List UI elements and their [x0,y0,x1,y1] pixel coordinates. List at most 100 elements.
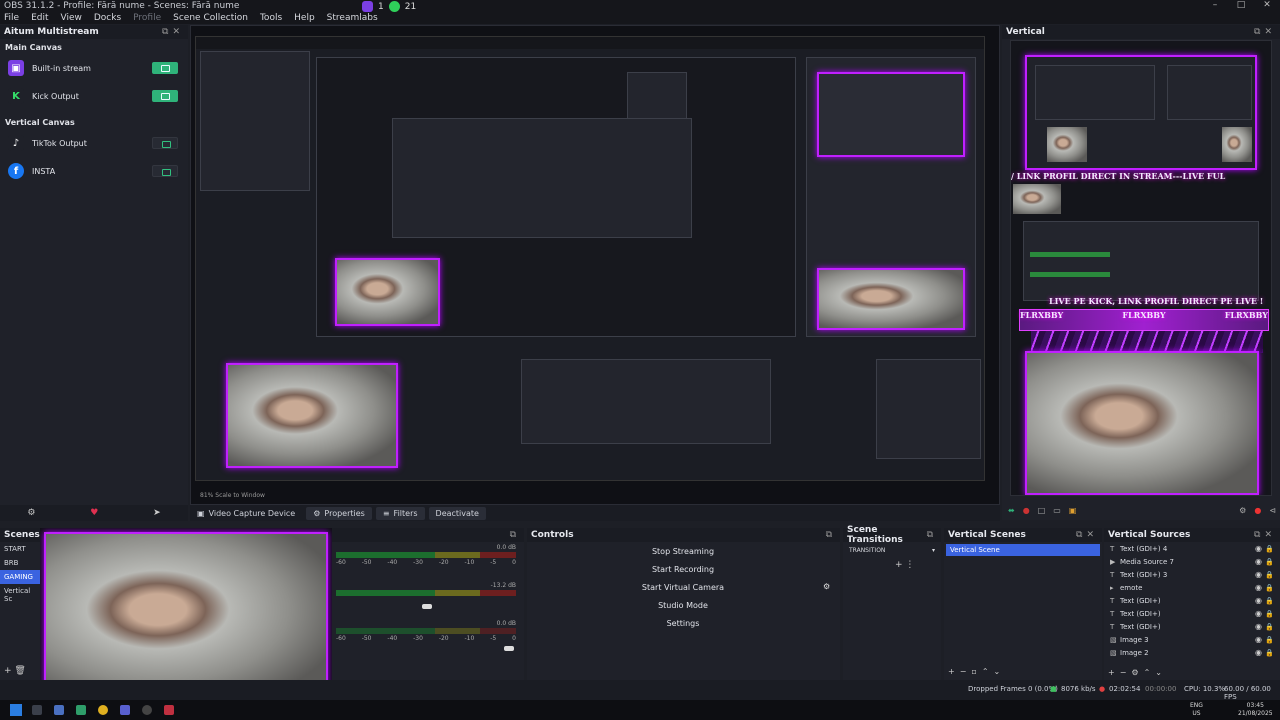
output-toggle-kick[interactable] [152,90,178,102]
source-row[interactable]: ▶ Media Source 7 ◉ 🔒 [1104,555,1280,568]
transition-select[interactable]: TRANSITION ▾ [847,544,937,556]
eye-icon[interactable]: ◉ [1255,583,1262,592]
lock-icon[interactable]: 🔒 [1265,571,1274,579]
source-row[interactable]: ▧ Image 2 ◉ 🔒 [1104,646,1280,659]
lock-icon[interactable]: 🔒 [1265,623,1274,631]
deactivate-button[interactable]: Deactivate [428,506,486,520]
search-icon[interactable] [32,705,42,715]
lock-icon[interactable]: 🔒 [1265,610,1274,618]
virtual-camera-button[interactable]: Start Virtual Camera [531,580,835,595]
eye-icon[interactable]: ◉ [1255,570,1262,579]
app-icon[interactable] [164,705,174,715]
twitch-icon[interactable] [362,1,373,12]
kick-icon[interactable] [388,1,400,12]
source-row[interactable]: ▸ emote ◉ 🔒 [1104,581,1280,594]
image-icon: ▧ [1110,635,1117,644]
deep-mini [1035,65,1155,120]
eye-icon[interactable]: ◉ [1255,635,1262,644]
dock-controls[interactable]: ⧉✕ [1254,27,1276,37]
studio-mode-button[interactable]: Studio Mode [531,598,835,613]
output-toggle-builtin[interactable] [152,62,178,74]
lock-icon[interactable]: 🔒 [1265,545,1274,553]
properties-button[interactable]: ⚙ Properties [306,506,372,520]
add-transition-button[interactable]: + ⋮ [895,560,914,570]
vertical-scenes-dock: Vertical Scenes ⧉✕ Vertical Scene +−▫⌃⌄ [944,528,1102,680]
windows-start-icon[interactable] [10,704,22,716]
vertical-source-tools[interactable]: +−⚙⌃⌄ [1108,668,1167,677]
eye-icon[interactable]: ◉ [1255,609,1262,618]
eye-icon[interactable]: ◉ [1255,596,1262,605]
vertical-toolbar: ⬌ ● □ ▭ ▣ ⚙ ● ⊲ [1008,503,1276,517]
heart-icon[interactable]: ♥ [90,508,98,518]
maximize-button[interactable]: □ [1228,0,1254,10]
app-icon[interactable] [120,705,130,715]
virtual-cam-icon[interactable]: □ [1038,506,1046,515]
settings-button[interactable]: Settings [531,616,835,631]
menu-help[interactable]: Help [294,13,315,23]
menu-streamlabs[interactable]: Streamlabs [327,13,378,23]
source-row[interactable]: ▧ Image 3 ◉ 🔒 [1104,633,1280,646]
menu-edit[interactable]: Edit [31,13,48,23]
stream-icon[interactable]: ⬌ [1008,506,1015,515]
start-recording-button[interactable]: Start Recording [531,562,835,577]
gear-icon[interactable]: ⚙ [27,508,35,518]
gear-icon[interactable]: ⚙ [1239,506,1246,515]
volume-slider[interactable] [422,604,432,609]
source-row[interactable]: T Text (GDI+) ◉ 🔒 [1104,594,1280,607]
app-icon[interactable] [54,705,64,715]
vertical-preview[interactable]: / LINK PROFIL DIRECT IN STREAM---LIVE FU… [1010,40,1272,496]
menu-tools[interactable]: Tools [260,13,282,23]
close-button[interactable]: ✕ [1254,0,1280,10]
scene-brb[interactable]: BRB [0,556,40,570]
source-row[interactable]: T Text (GDI+) 4 ◉ 🔒 [1104,542,1280,555]
eye-icon[interactable]: ◉ [1255,557,1262,566]
menu-file[interactable]: File [4,13,19,23]
app-icon[interactable] [76,705,86,715]
output-toggle-tiktok[interactable] [152,137,178,149]
lock-icon[interactable]: 🔒 [1265,649,1274,657]
output-toggle-insta[interactable] [152,165,178,177]
preview-scale[interactable]: 81% Scale to Window [200,492,265,499]
browser-icon[interactable] [98,705,108,715]
record-icon[interactable]: ● [1023,506,1030,515]
lock-icon[interactable]: 🔒 [1265,584,1274,592]
scenes-dock: Scenes START BRB GAMING Vertical Sc + 🗑 [0,528,40,680]
source-row[interactable]: T Text (GDI+) 3 ◉ 🔒 [1104,568,1280,581]
lock-icon[interactable]: 🔒 [1265,597,1274,605]
multistream-dock: Aitum Multistream ⧉✕ Main Canvas ▣ Built… [0,25,188,505]
pause-icon[interactable]: ▭ [1053,506,1061,515]
scene-start[interactable]: START [0,542,40,556]
menu-docks[interactable]: Docks [94,13,121,23]
menu-scene-collection[interactable]: Scene Collection [173,13,248,23]
vertical-title: Vertical [1006,27,1045,37]
scene-vertical[interactable]: Vertical Sc [0,584,40,606]
filters-button[interactable]: ≡ Filters [375,506,425,520]
obs-icon[interactable] [142,705,152,715]
deep-cam [1013,184,1061,214]
facebook-icon: f [8,163,24,179]
menu-view[interactable]: View [61,13,82,23]
menu-profile[interactable]: Profile [133,13,161,23]
scene-gaming[interactable]: GAMING [0,570,40,584]
clock[interactable]: 03:45 21/08/2025 [1238,702,1273,718]
add-scene-button[interactable]: + 🗑 [4,666,26,676]
dock-controls[interactable]: ⧉✕ [162,27,184,37]
vertical-scene-item[interactable]: Vertical Scene [946,544,1100,556]
pin-icon[interactable]: ⊲ [1269,506,1276,515]
vertical-scene-tools[interactable]: +−▫⌃⌄ [948,667,1005,676]
eye-icon[interactable]: ◉ [1255,544,1262,553]
backtrack-icon[interactable]: ▣ [1069,506,1077,515]
minimize-button[interactable]: – [1202,0,1228,10]
gear-icon[interactable]: ⚙ [823,582,830,591]
source-row[interactable]: T Text (GDI+) ◉ 🔒 [1104,607,1280,620]
language-indicator[interactable]: ENG US [1190,702,1203,718]
send-icon[interactable]: ➤ [153,508,161,518]
stop-streaming-button[interactable]: Stop Streaming [531,544,835,559]
live-icon[interactable]: ● [1254,506,1261,515]
lock-icon[interactable]: 🔒 [1265,558,1274,566]
eye-icon[interactable]: ◉ [1255,648,1262,657]
lock-icon[interactable]: 🔒 [1265,636,1274,644]
source-row[interactable]: T Text (GDI+) ◉ 🔒 [1104,620,1280,633]
eye-icon[interactable]: ◉ [1255,622,1262,631]
volume-slider[interactable] [504,646,514,651]
